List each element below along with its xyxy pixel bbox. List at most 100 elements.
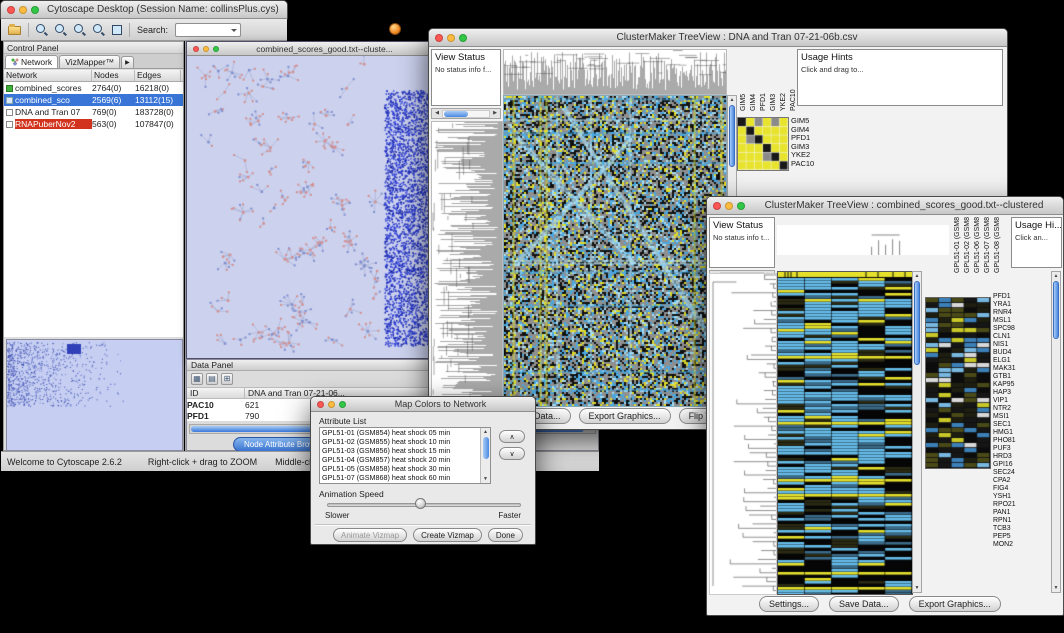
attribute-item[interactable]: GPL51-05 (GSM858) heat shock 30 min [320,464,480,473]
network-overview-thumbnail[interactable] [6,339,183,451]
heatmap-vertical-scrollbar[interactable] [912,271,922,593]
gene-label[interactable]: CPA2 [993,477,1049,485]
zoom-heatmap-canvas[interactable] [737,117,789,171]
scrollbar-track[interactable] [442,110,490,118]
import-attribute-icon[interactable] [221,373,233,385]
birdseye-view-icon[interactable] [112,25,122,35]
attribute-item[interactable]: GPL51-07 (GSM868) heat shock 60 min [320,473,480,482]
treeview-button[interactable]: Export Graphics... [909,596,1001,612]
gene-label[interactable]: ELG1 [993,357,1049,365]
tab-network[interactable]: Network [5,55,58,68]
gene-label[interactable]: SPC98 [993,325,1049,333]
network-graph-canvas[interactable] [187,56,430,358]
main-titlebar[interactable]: Cytoscape Desktop (Session Name: collins… [1,1,287,19]
attribute-listbox[interactable]: GPL51-01 (GSM854) heat shock 05 minGPL51… [319,427,491,484]
maximize-icon[interactable] [31,6,39,14]
gene-label[interactable]: MSL1 [993,317,1049,325]
scrollbar-thumb[interactable] [729,105,735,167]
gene-label[interactable]: BUD4 [993,349,1049,357]
gene-label[interactable]: HAP3 [993,389,1049,397]
column-label[interactable]: GPL51-06 (GSM865 [973,217,982,273]
gene-label[interactable]: GTB1 [993,373,1049,381]
gene-label[interactable]: NTR2 [993,405,1049,413]
zoom-selected-icon[interactable] [74,24,86,36]
column-label[interactable]: GPL51-07 (GSM868 [983,217,992,273]
gene-label[interactable]: TCB3 [993,525,1049,533]
col-id[interactable]: ID [187,388,245,398]
col-edges[interactable]: Edges [135,70,181,81]
column-dendrogram[interactable] [503,49,727,95]
search-combobox[interactable] [175,23,241,37]
slider-knob[interactable] [415,498,426,509]
column-label[interactable]: GIM5 [739,49,748,111]
treeview1-titlebar[interactable]: ClusterMaker TreeView : DNA and Tran 07-… [429,29,1007,47]
minimize-icon[interactable] [447,34,455,42]
scrollbar-thumb[interactable] [1053,281,1059,339]
network-view-titlebar[interactable]: combined_scores_good.txt--cluste... [187,42,430,56]
minimize-icon[interactable] [19,6,27,14]
treeview-button[interactable]: Save Data... [829,596,899,612]
scrollbar-thumb[interactable] [483,437,489,459]
attribute-item[interactable]: GPL51-02 (GSM855) heat shock 10 min [320,437,480,446]
gene-label[interactable]: SEC24 [993,469,1049,477]
zoom-in-icon[interactable] [55,24,67,36]
column-label[interactable]: GIM3 [769,49,778,111]
open-session-icon[interactable] [8,26,21,35]
treeview-button[interactable]: Export Graphics... [579,408,671,424]
network-row[interactable]: combined_sco 2569(6) 13112(15) [4,94,183,106]
gene-label[interactable]: NIS1 [993,341,1049,349]
plugin-icon[interactable] [389,23,401,35]
minimize-icon[interactable] [725,202,733,210]
scrollbar-thumb[interactable] [444,111,468,117]
gene-label[interactable]: HRD3 [993,453,1049,461]
gene-label[interactable]: RPO21 [993,501,1049,509]
heatmap-canvas[interactable] [503,95,727,407]
select-attributes-icon[interactable] [191,373,203,385]
close-icon[interactable] [193,46,199,52]
gene-label[interactable]: KAP95 [993,381,1049,389]
col-nodes[interactable]: Nodes [92,70,135,81]
attribute-item[interactable]: GPL51-04 (GSM857) heat shock 20 min [320,455,480,464]
zoom-fit-icon[interactable] [93,24,105,36]
listbox-scrollbar[interactable] [480,428,490,483]
column-label[interactable]: GPL51-02 (GSM855 [963,217,972,273]
dialog-button[interactable]: Done [488,528,523,542]
scroll-left-icon[interactable] [432,109,442,118]
gene-label[interactable]: GPI16 [993,461,1049,469]
scrollbar-thumb[interactable] [914,281,920,365]
gene-label[interactable]: YSH1 [993,493,1049,501]
row-dendrogram[interactable] [431,121,503,407]
status-horizontal-scrollbar[interactable] [431,108,501,119]
gene-label[interactable]: SEC1 [993,421,1049,429]
gene-label[interactable]: FIG4 [993,485,1049,493]
network-row[interactable]: RNAPuberNov2 563(0) 107847(0) [4,118,183,130]
zoom-heatmap-canvas[interactable] [925,297,991,469]
gene-label[interactable]: PFD1 [993,293,1049,301]
treeview-button[interactable]: Settings... [759,596,819,612]
maximize-icon[interactable] [737,202,745,210]
gene-label[interactable]: RPN1 [993,517,1049,525]
zoom-out-icon[interactable] [36,24,48,36]
column-label[interactable]: PFD1 [759,49,768,111]
tab-overflow-arrow[interactable]: ▶ [121,56,134,68]
row-dendrogram[interactable] [709,273,777,595]
gene-label[interactable]: PUF3 [993,445,1049,453]
gene-label[interactable]: MAK31 [993,365,1049,373]
gene-label[interactable]: PHO81 [993,437,1049,445]
heatmap-canvas[interactable] [777,271,913,595]
close-icon[interactable] [7,6,15,14]
attribute-item[interactable]: GPL51-01 (GSM854) heat shock 05 min [320,428,480,437]
gene-label[interactable]: PAN1 [993,509,1049,517]
row-label[interactable]: PAC10 [791,160,814,169]
dialog-titlebar[interactable]: Map Colors to Network [311,397,535,412]
tab-vizmapper[interactable]: VizMapper™ [59,55,120,68]
gene-label[interactable]: VIP1 [993,397,1049,405]
gene-label[interactable]: PEP5 [993,533,1049,541]
gene-label[interactable]: HMG1 [993,429,1049,437]
dialog-button[interactable]: Create Vizmap [413,528,482,542]
labels-vertical-scrollbar[interactable] [1051,271,1061,593]
treeview2-titlebar[interactable]: ClusterMaker TreeView : combined_scores_… [707,197,1063,215]
gene-label[interactable]: MSI1 [993,413,1049,421]
close-icon[interactable] [317,401,324,408]
maximize-icon[interactable] [459,34,467,42]
